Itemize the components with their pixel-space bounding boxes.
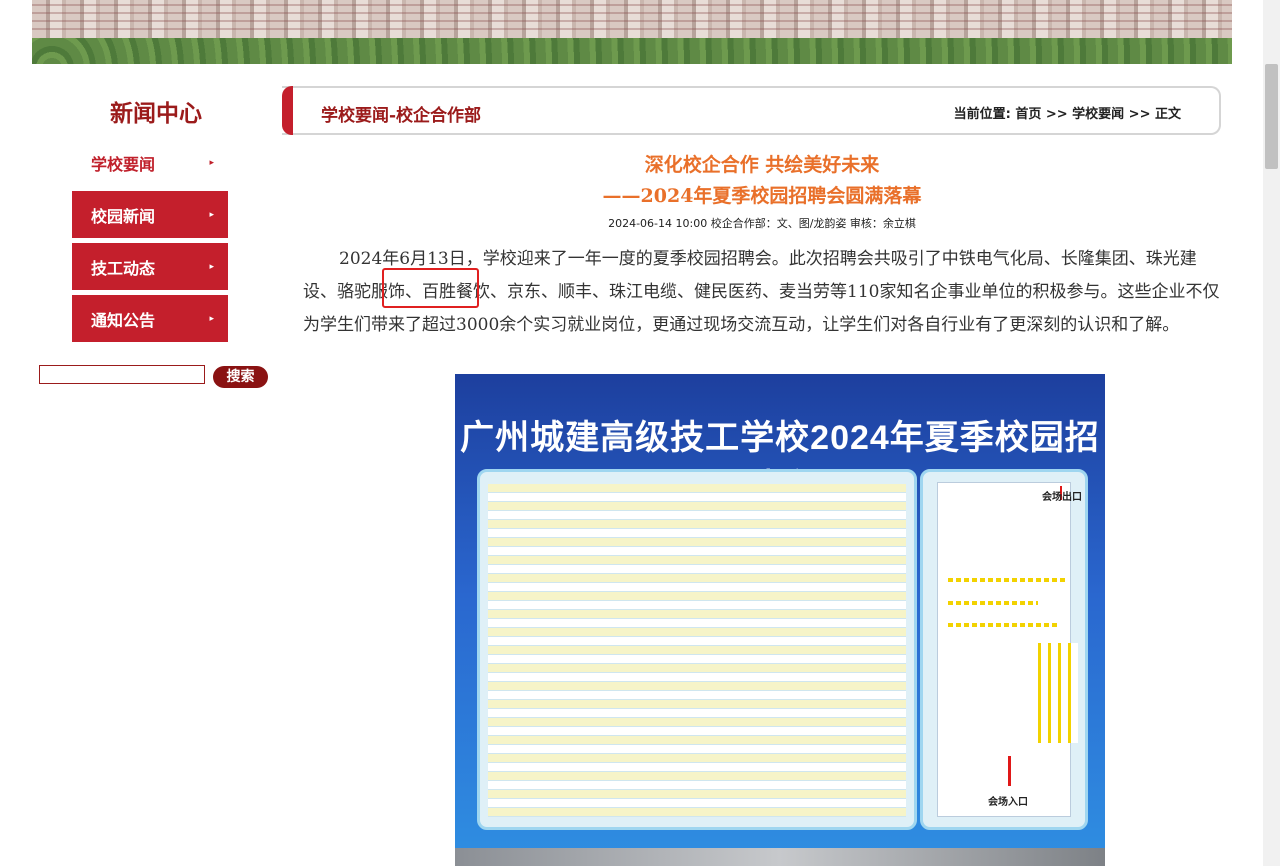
highlight-annotation-box (382, 268, 479, 308)
section-title: 学校要闻-校企合作部 (321, 106, 482, 126)
chevron-right-icon: ▸ (209, 209, 214, 220)
article-title: 深化校企合作 共绘美好未来 (644, 154, 880, 176)
poster-company-table (477, 469, 917, 830)
venue-floor-plan: 会场出口 会场入口 (937, 482, 1082, 817)
sidebar-item-school-news[interactable]: 学校要闻 ▸ (72, 139, 228, 186)
sidebar-item-tech-news[interactable]: 技工动态 ▸ (72, 243, 228, 290)
poster-photo-edge (455, 848, 1105, 866)
poster-venue-map: 会场出口 会场入口 (920, 469, 1088, 830)
scrollbar-thumb[interactable] (1265, 64, 1278, 169)
exit-label: 会场出口 (1042, 492, 1082, 503)
sidebar-item-notices[interactable]: 通知公告 ▸ (72, 295, 228, 342)
sidebar-item-label: 通知公告 (91, 310, 156, 330)
booth-columns (1038, 643, 1078, 743)
sidebar-item-label: 校园新闻 (91, 206, 156, 226)
chevron-right-icon: ▸ (209, 261, 214, 272)
banner-trees (32, 38, 1232, 64)
chevron-right-icon: ▸ (209, 157, 214, 168)
header-banner-image (32, 0, 1232, 64)
breadcrumb[interactable]: 当前位置: 首页 >> 学校要闻 >> 正文 (954, 103, 1181, 122)
entry-arrow-icon (1008, 756, 1011, 786)
sidebar-item-label: 学校要闻 (91, 154, 156, 174)
sidebar-item-campus-news[interactable]: 校园新闻 ▸ (72, 191, 228, 238)
search-input[interactable] (39, 365, 205, 384)
booth-row (948, 623, 1058, 627)
article-meta: 2024-06-14 10:00 校企合作部：文、图/龙韵姿 审核：余立棋 (608, 217, 916, 230)
booth-row (948, 578, 1068, 582)
booth-row (948, 601, 1038, 605)
page-scrollbar[interactable] (1263, 0, 1280, 866)
search-button[interactable]: 搜索 (213, 366, 268, 388)
poster-table-rows (488, 484, 906, 817)
sidebar-title: 新闻中心 (110, 100, 202, 127)
sidebar-item-label: 技工动态 (91, 258, 156, 278)
header-accent (282, 86, 293, 135)
article-subtitle: ——2024年夏季校园招聘会圆满落幕 (602, 185, 922, 207)
chevron-right-icon: ▸ (209, 313, 214, 324)
entry-label: 会场入口 (988, 797, 1028, 808)
banner-building (32, 0, 1232, 36)
job-fair-poster-image: 广州城建高级技工学校2024年夏季校园招聘会 会场出口 会场入口 (455, 374, 1105, 866)
content-header: 学校要闻-校企合作部 当前位置: 首页 >> 学校要闻 >> 正文 (282, 86, 1221, 135)
